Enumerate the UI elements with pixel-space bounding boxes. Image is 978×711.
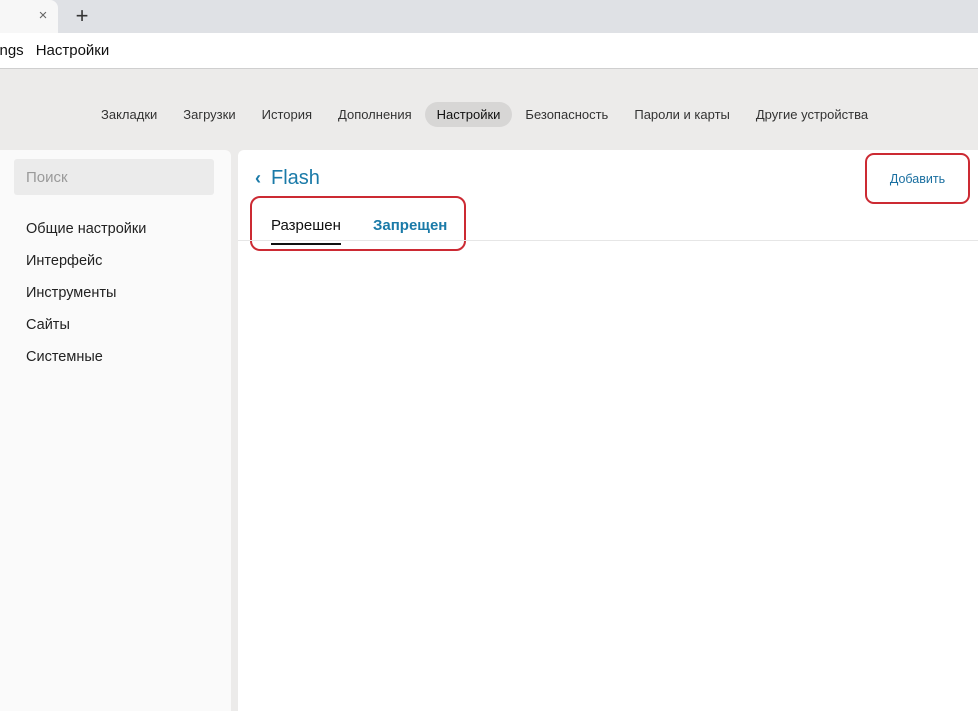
permission-tabs: Разрешен Запрещен bbox=[250, 196, 466, 251]
settings-sidebar: Общие настройки Интерфейс Инструменты Са… bbox=[0, 150, 231, 711]
page-title: Flash bbox=[271, 166, 320, 189]
sidebar-item-general[interactable]: Общие настройки bbox=[26, 219, 146, 251]
address-text: tings Настройки bbox=[0, 42, 109, 59]
sidebar-item-tools[interactable]: Инструменты bbox=[26, 283, 146, 315]
header-divider bbox=[238, 240, 978, 241]
back-link[interactable]: ‹ Flash bbox=[251, 165, 320, 191]
address-bar[interactable]: tings Настройки bbox=[0, 33, 978, 69]
sidebar-item-interface[interactable]: Интерфейс bbox=[26, 251, 146, 283]
nav-history[interactable]: История bbox=[249, 102, 325, 127]
nav-other-devices[interactable]: Другие устройства bbox=[743, 102, 881, 127]
close-tab-icon[interactable]: × bbox=[35, 6, 51, 26]
tab-denied[interactable]: Запрещен bbox=[373, 217, 447, 239]
nav-security[interactable]: Безопасность bbox=[512, 102, 621, 127]
top-nav-items: Закладки Загрузки История Дополнения Нас… bbox=[88, 102, 881, 127]
chevron-left-icon[interactable]: ‹ bbox=[251, 168, 265, 188]
settings-top-nav: Закладки Загрузки История Дополнения Нас… bbox=[0, 70, 978, 150]
new-tab-icon[interactable]: + bbox=[71, 3, 93, 29]
sidebar-list: Общие настройки Интерфейс Инструменты Са… bbox=[26, 219, 146, 379]
nav-downloads[interactable]: Загрузки bbox=[170, 102, 248, 127]
flash-settings-panel: ‹ Flash Добавить Разрешен Запрещен bbox=[238, 150, 978, 711]
nav-passwords-cards[interactable]: Пароли и карты bbox=[621, 102, 743, 127]
browser-tab[interactable]: × bbox=[0, 0, 58, 33]
nav-extensions[interactable]: Дополнения bbox=[325, 102, 425, 127]
tab-allowed-label: Разрешен bbox=[271, 217, 341, 234]
search-input[interactable] bbox=[14, 159, 214, 195]
address-page-title: Настройки bbox=[35, 42, 110, 59]
active-tab-underline bbox=[271, 243, 341, 245]
address-url: tings bbox=[0, 42, 24, 59]
browser-tab-strip: × + bbox=[0, 0, 978, 33]
add-button[interactable]: Добавить bbox=[865, 153, 970, 204]
nav-settings[interactable]: Настройки bbox=[424, 102, 513, 127]
nav-bookmarks[interactable]: Закладки bbox=[88, 102, 170, 127]
sidebar-item-sites[interactable]: Сайты bbox=[26, 315, 146, 347]
tab-allowed[interactable]: Разрешен bbox=[271, 217, 341, 245]
sidebar-item-system[interactable]: Системные bbox=[26, 347, 146, 379]
